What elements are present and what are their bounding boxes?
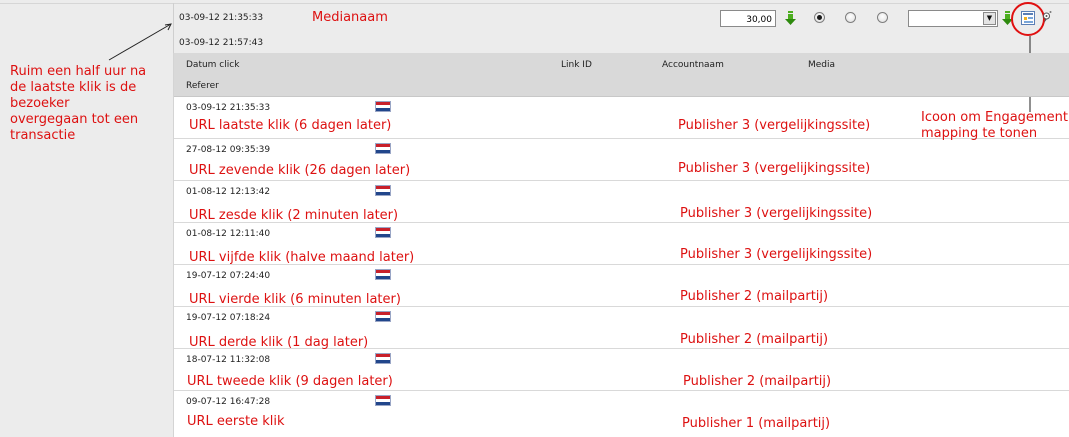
url-annotation: URL zesde klik (2 minuten later) <box>189 208 399 223</box>
radio-option-3[interactable] <box>877 12 888 23</box>
info-bubble-icon[interactable] <box>1043 10 1052 24</box>
chevron-down-icon[interactable]: ▼ <box>983 12 996 25</box>
header-top-border <box>0 3 1069 4</box>
netherlands-flag-icon <box>375 185 391 196</box>
column-referer[interactable]: Referer <box>186 81 219 91</box>
left-annotation-line: bezoeker <box>10 96 70 111</box>
row-date: 09-07-12 16:47:28 <box>186 397 271 407</box>
table-row[interactable]: 19-07-12 07:18:24 URL derde klik (1 dag … <box>174 307 1069 350</box>
row-date: 27-08-12 09:35:39 <box>186 145 271 155</box>
row-date: 03-09-12 21:35:33 <box>186 103 271 113</box>
netherlands-flag-icon <box>375 227 391 238</box>
first-click-time: 03-09-12 21:35:33 <box>179 13 264 23</box>
publisher-annotation: Publisher 2 (mailpartij) <box>680 332 829 347</box>
netherlands-flag-icon <box>375 269 391 280</box>
netherlands-flag-icon <box>375 353 391 364</box>
filter-select[interactable]: ▼ <box>908 10 998 27</box>
url-annotation: URL tweede klik (9 dagen later) <box>187 374 393 389</box>
left-annotation-line: de laatste klik is de <box>10 80 137 95</box>
table-row[interactable]: 09-07-12 16:47:28 URL eerste klik Publis… <box>174 391 1069 437</box>
url-annotation: URL vierde klik (6 minuten later) <box>189 292 401 307</box>
row-date: 18-07-12 11:32:08 <box>186 355 271 365</box>
publisher-annotation: Publisher 3 (vergelijkingssite) <box>680 247 873 262</box>
row-date: 19-07-12 07:18:24 <box>186 313 271 323</box>
transaction-time: 03-09-12 21:57:43 <box>179 38 264 48</box>
table-row[interactable]: 01-08-12 12:13:42 URL zesde klik (2 minu… <box>174 181 1069 223</box>
table-row[interactable]: 19-07-12 07:24:40 URL vierde klik (6 min… <box>174 265 1069 307</box>
netherlands-flag-icon <box>375 101 391 112</box>
publisher-annotation: Publisher 3 (vergelijkingssite) <box>678 161 871 176</box>
header-divider <box>173 3 174 53</box>
netherlands-flag-icon <box>375 143 391 154</box>
row-date: 01-08-12 12:11:40 <box>186 229 271 239</box>
radio-option-1[interactable] <box>814 12 825 23</box>
engagement-mapping-icon[interactable] <box>1021 11 1035 25</box>
url-annotation: URL zevende klik (26 dagen later) <box>189 163 411 178</box>
medianaam-annotation: Medianaam <box>312 10 388 25</box>
column-link-id[interactable]: Link ID <box>561 60 592 70</box>
left-annotation-line: Ruim een half uur na <box>10 64 147 79</box>
icon-annotation-line: mapping te tonen <box>921 126 1038 141</box>
url-annotation: URL eerste klik <box>187 414 285 429</box>
netherlands-flag-icon <box>375 311 391 322</box>
row-date: 19-07-12 07:24:40 <box>186 271 271 281</box>
column-datum-click[interactable]: Datum click <box>186 60 239 70</box>
table-row[interactable]: 27-08-12 09:35:39 URL zevende klik (26 d… <box>174 139 1069 181</box>
left-annotation-line: transactie <box>10 128 76 143</box>
publisher-annotation: Publisher 3 (vergelijkingssite) <box>680 206 873 221</box>
table-header: Datum click Link ID Accountnaam Media Re… <box>174 53 1069 97</box>
amount-input[interactable] <box>720 10 776 27</box>
download-icon[interactable] <box>785 11 796 26</box>
url-annotation: URL laatste klik (6 dagen later) <box>189 118 392 133</box>
column-accountnaam[interactable]: Accountnaam <box>662 60 724 70</box>
publisher-annotation: Publisher 2 (mailpartij) <box>683 374 832 389</box>
table-row[interactable]: 01-08-12 12:11:40 URL vijfde klik (halve… <box>174 223 1069 265</box>
left-annotation-line: overgegaan tot een <box>10 112 139 127</box>
publisher-annotation: Publisher 3 (vergelijkingssite) <box>678 118 871 133</box>
netherlands-flag-icon <box>375 395 391 406</box>
row-date: 01-08-12 12:13:42 <box>186 187 271 197</box>
icon-annotation-line: Icoon om Engagement <box>921 110 1068 125</box>
publisher-annotation: Publisher 1 (mailpartij) <box>682 416 831 431</box>
column-media[interactable]: Media <box>808 60 835 70</box>
publisher-annotation: Publisher 2 (mailpartij) <box>680 289 829 304</box>
radio-option-2[interactable] <box>845 12 856 23</box>
url-annotation: URL vijfde klik (halve maand later) <box>189 250 415 265</box>
table-row[interactable]: 18-07-12 11:32:08 URL tweede klik (9 dag… <box>174 349 1069 391</box>
